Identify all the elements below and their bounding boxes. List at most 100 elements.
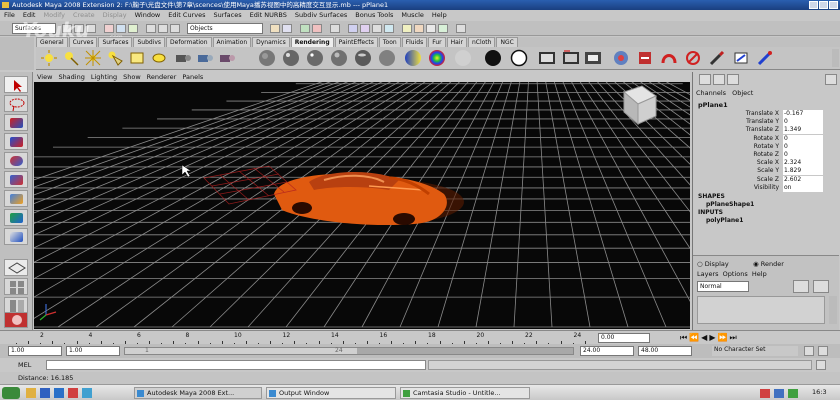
go-to-end-icon[interactable]: ⏭: [729, 333, 738, 342]
shelf-tab-general[interactable]: General: [36, 37, 68, 47]
manipulator-tool-icon[interactable]: [4, 190, 28, 207]
channel-name[interactable]: Scale Y: [699, 167, 779, 175]
channel-value[interactable]: 2.602: [783, 175, 823, 184]
channel-row[interactable]: Scale X 2.324: [693, 159, 839, 168]
channel-name[interactable]: Translate X: [699, 110, 779, 118]
point-light-icon[interactable]: [84, 49, 102, 67]
channel-row[interactable]: Scale Z 2.602: [693, 175, 839, 184]
menu-edit-curves[interactable]: Edit Curves: [164, 11, 209, 19]
render-settings-icon[interactable]: [584, 49, 602, 67]
phong-material-icon[interactable]: [306, 49, 324, 67]
camera-icon[interactable]: [174, 49, 192, 67]
layers-menu-help[interactable]: Help: [752, 270, 767, 278]
mask-curves-icon[interactable]: [170, 24, 180, 33]
channel-row[interactable]: Rotate Y 0: [693, 142, 839, 151]
time-slider[interactable]: 2 4 6 8 10 12 14 16 18 20 22 24 0.00 ⏮⏪◀▶⏩⏭: [0, 330, 840, 345]
ipr-render-icon[interactable]: [426, 24, 436, 33]
tool-settings-toggle-icon[interactable]: [727, 74, 739, 85]
move-tool-icon[interactable]: [4, 133, 28, 150]
go-to-start-icon[interactable]: ⏮: [680, 333, 689, 342]
shelf-tab-toon[interactable]: Toon: [378, 37, 401, 47]
channel-value[interactable]: 2.324: [783, 159, 823, 168]
paint-select-tool-icon[interactable]: [4, 114, 28, 131]
object-menu[interactable]: Object: [732, 89, 753, 97]
quicklaunch-app-icon[interactable]: [82, 388, 92, 398]
view-cube-icon[interactable]: [623, 85, 658, 126]
new-layer-icon[interactable]: [793, 280, 809, 293]
mel-label[interactable]: MEL: [18, 361, 31, 369]
channel-name[interactable]: Rotate Z: [699, 151, 779, 159]
panel-menu-renderer[interactable]: Renderer: [144, 73, 180, 81]
tray-icon-2[interactable]: [774, 389, 784, 398]
render-frame-icon[interactable]: [538, 49, 556, 67]
playback-end-field[interactable]: 24.00: [580, 346, 634, 356]
select-component-icon[interactable]: [128, 24, 138, 33]
soft-modification-tool-icon[interactable]: [4, 209, 28, 226]
channel-value[interactable]: 0: [783, 118, 823, 127]
panel-menu-show[interactable]: Show: [120, 73, 144, 81]
close-button[interactable]: [829, 1, 838, 9]
shelf-tab-ngc[interactable]: NGC: [496, 37, 518, 47]
channel-value[interactable]: 0: [783, 134, 823, 143]
lambert-material-icon[interactable]: [258, 49, 276, 67]
ramp-texture-icon[interactable]: [454, 49, 472, 67]
four-view-layout-icon[interactable]: [4, 278, 28, 295]
menu-window[interactable]: Window: [131, 11, 165, 19]
blend-mode-dropdown[interactable]: Normal: [697, 281, 749, 292]
make-live-icon[interactable]: [330, 24, 340, 33]
ipr-frame-icon[interactable]: [562, 49, 580, 67]
panel-menu-shading[interactable]: Shading: [55, 73, 87, 81]
paint-brush-icon[interactable]: [708, 49, 726, 67]
attach-icon[interactable]: [660, 49, 678, 67]
auto-key-icon[interactable]: [804, 346, 814, 356]
display-layer-radio[interactable]: ○ Display: [697, 260, 729, 268]
menu-surfaces[interactable]: Surfaces: [209, 11, 245, 19]
directional-light-icon[interactable]: [62, 49, 80, 67]
camera-aim-icon[interactable]: [196, 49, 214, 67]
shelf-tab-ncloth[interactable]: nCloth: [467, 37, 496, 47]
animation-prefs-icon[interactable]: [818, 346, 828, 356]
snap-view-plane-icon[interactable]: [312, 24, 322, 33]
use-background-icon[interactable]: [510, 49, 528, 67]
channel-value[interactable]: 0: [783, 142, 823, 151]
channel-row[interactable]: Translate X -0.167: [693, 110, 839, 118]
single-perspective-layout-icon[interactable]: [4, 259, 28, 276]
menu-help[interactable]: Help: [428, 11, 451, 19]
shelf-tab-painteffects[interactable]: PaintEffects: [334, 37, 378, 47]
layer-scrollbar[interactable]: [829, 296, 837, 324]
render-layer-radio[interactable]: ◉ Render: [753, 260, 784, 268]
channel-name[interactable]: Rotate X: [699, 135, 779, 143]
quicklaunch-ie-icon[interactable]: [40, 388, 50, 398]
ramp-shader-icon[interactable]: [404, 49, 422, 67]
shelf-tab-fur[interactable]: Fur: [428, 37, 446, 47]
shelf-tab-animation[interactable]: Animation: [212, 37, 252, 47]
mask-handles-icon[interactable]: [146, 24, 156, 33]
minimize-button[interactable]: [809, 1, 818, 9]
anisotropic-material-icon[interactable]: [354, 49, 372, 67]
maximize-button[interactable]: [819, 1, 828, 9]
menu-bonus-tools[interactable]: Bonus Tools: [351, 11, 397, 19]
phonge-material-icon[interactable]: [330, 49, 348, 67]
select-tool-icon[interactable]: [4, 76, 28, 93]
taskbar-item-output-window[interactable]: Output Window: [266, 387, 396, 399]
layers-menu-layers[interactable]: Layers: [697, 270, 719, 278]
shelf-tab-subdivs[interactable]: Subdivs: [133, 37, 166, 47]
channel-box-toggle-icon[interactable]: [699, 74, 711, 85]
channel-value[interactable]: 1.349: [783, 126, 823, 135]
shelf-tab-surfaces[interactable]: Surfaces: [98, 37, 133, 47]
channel-value[interactable]: 0: [783, 151, 823, 159]
taskbar-item-maya[interactable]: Autodesk Maya 2008 Ext...: [134, 387, 262, 399]
menu-display[interactable]: Display: [99, 11, 131, 19]
channel-box-dock-icon[interactable]: [825, 74, 837, 85]
channel-name[interactable]: Translate Y: [699, 118, 779, 126]
channel-name[interactable]: Rotate Y: [699, 143, 779, 151]
channel-row[interactable]: Visibility on: [693, 183, 839, 192]
shelf-scroll-arrow[interactable]: [832, 49, 839, 67]
layer-list[interactable]: [697, 296, 825, 324]
channel-row[interactable]: Rotate X 0: [693, 134, 839, 143]
channel-row[interactable]: Scale Y 1.829: [693, 167, 839, 176]
start-button[interactable]: [2, 387, 20, 399]
quicklaunch-media-icon[interactable]: [68, 388, 78, 398]
input-node[interactable]: polyPlane1: [706, 217, 743, 224]
tray-icon-1[interactable]: [760, 389, 770, 398]
